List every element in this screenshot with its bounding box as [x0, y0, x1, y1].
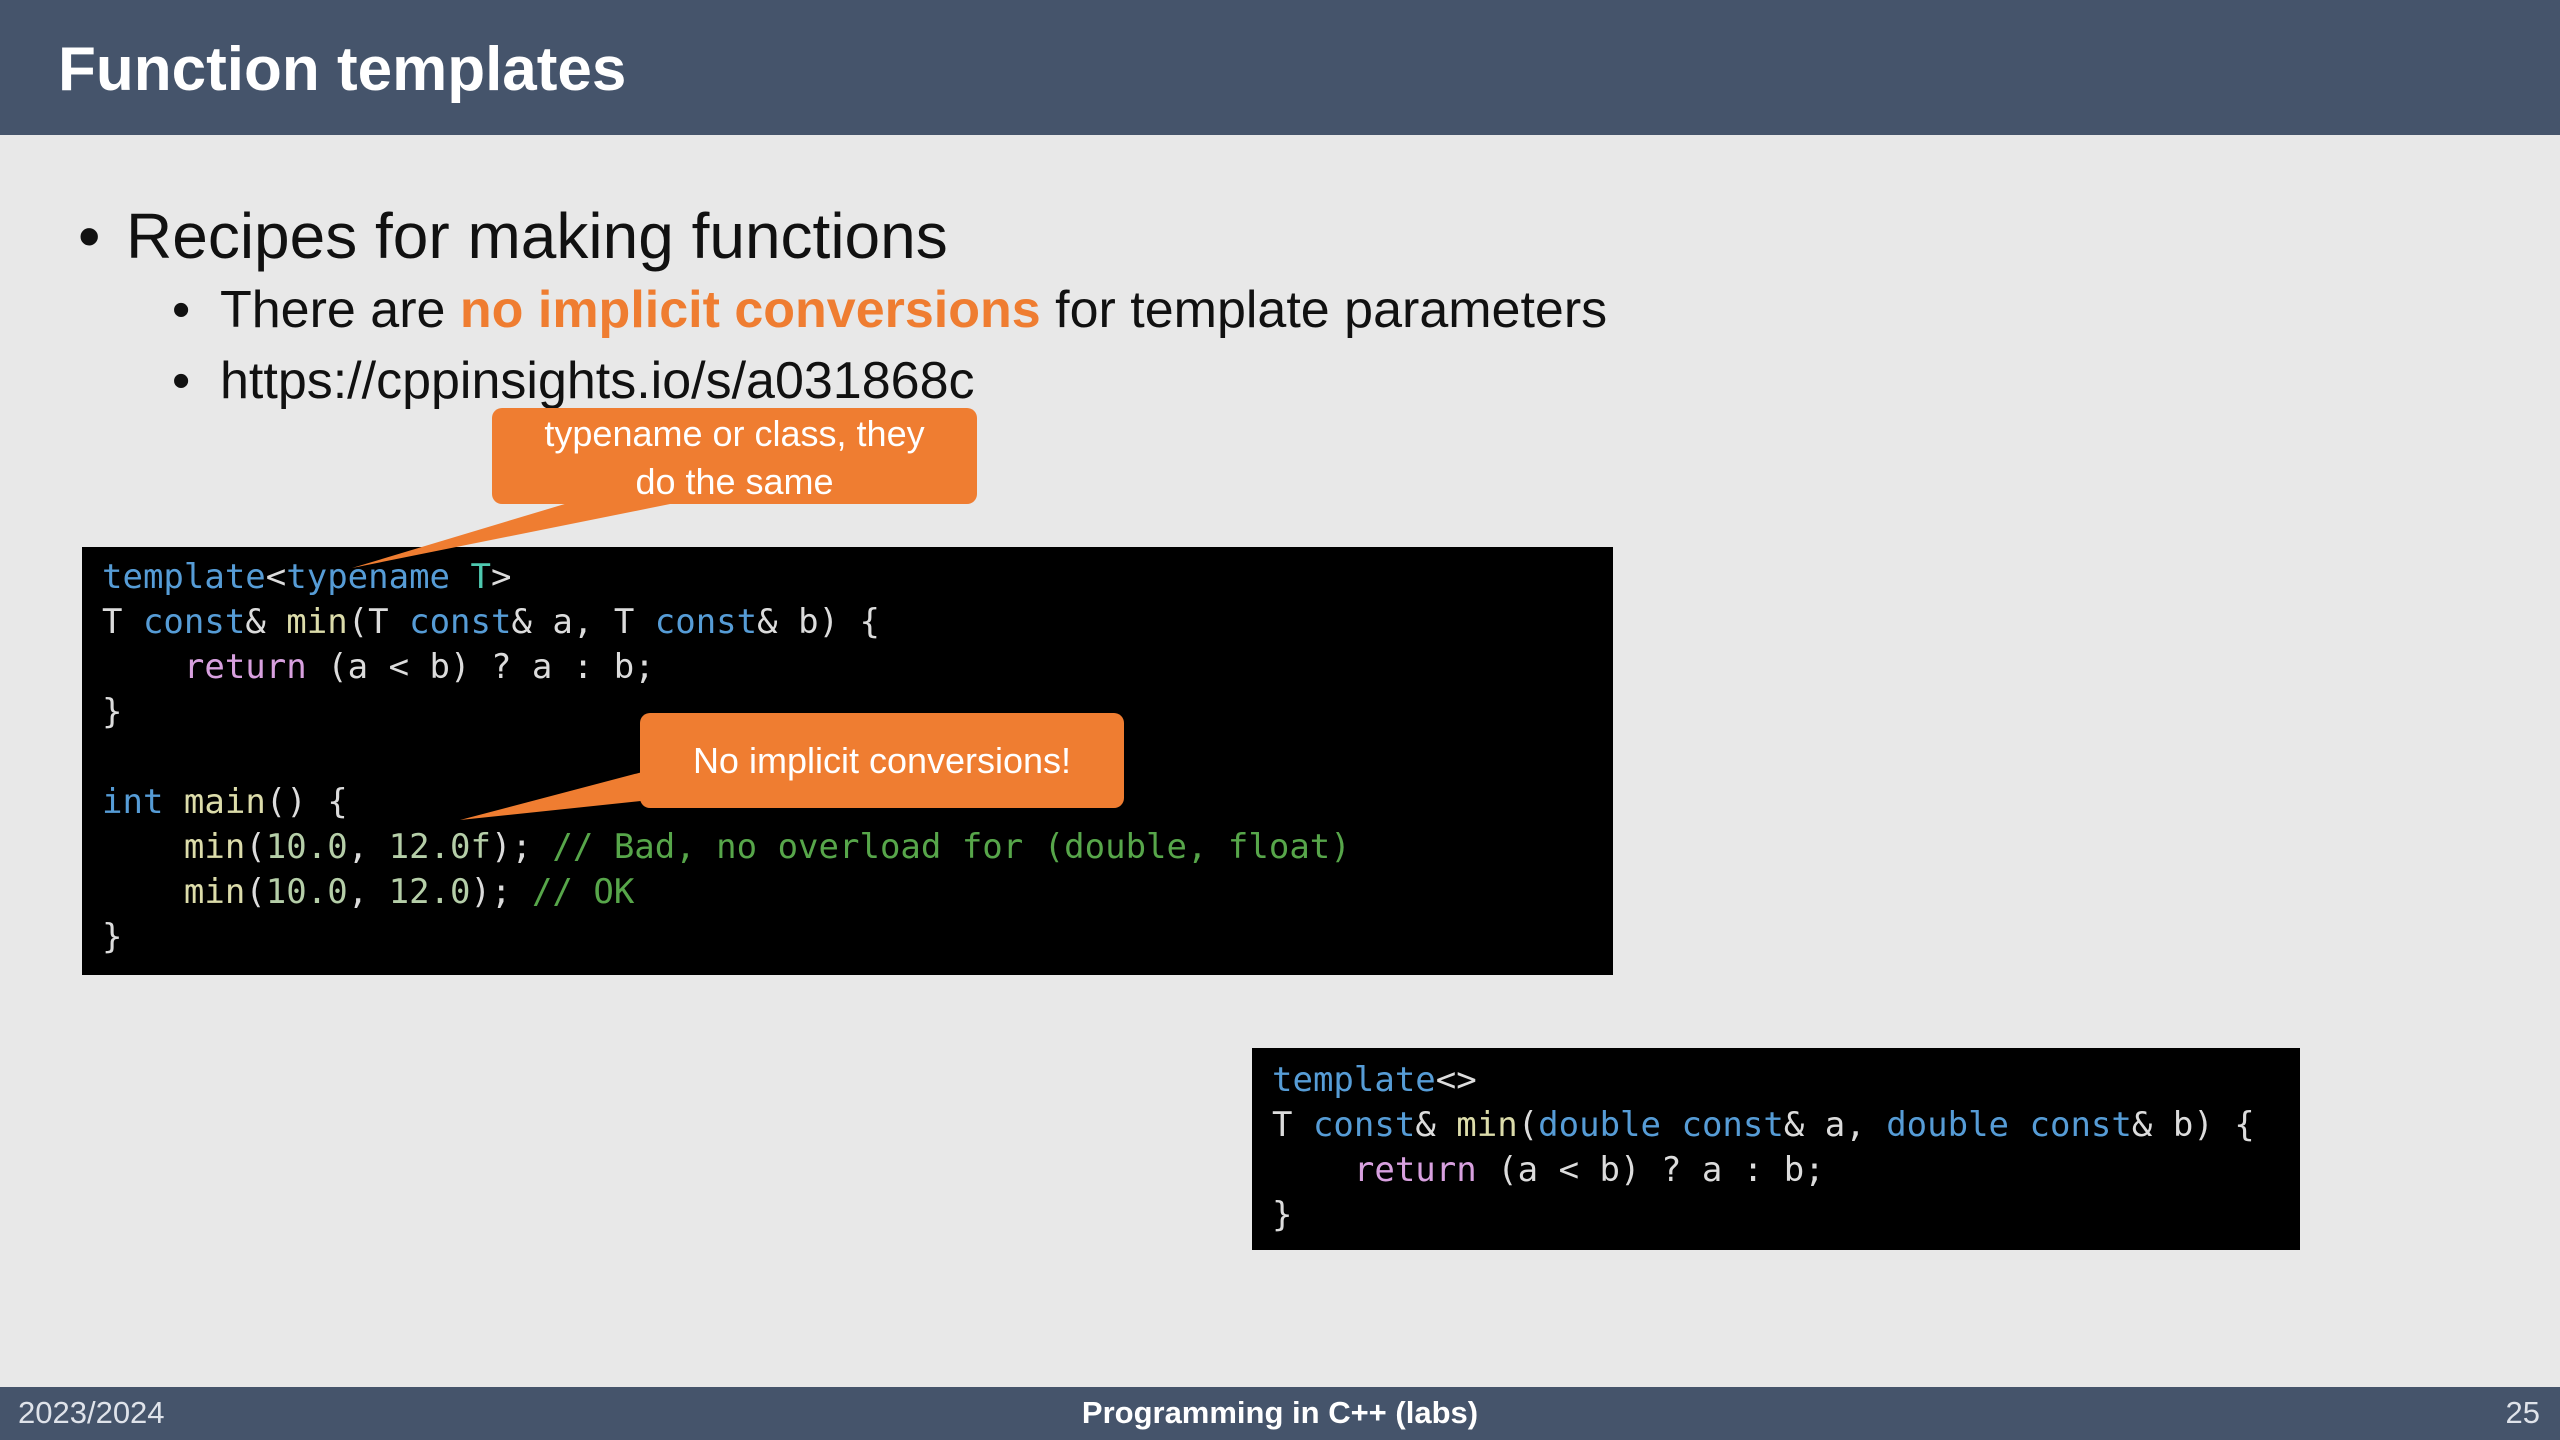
- callout-no-conversions: No implicit conversions!: [640, 713, 1124, 808]
- callout1-pointer: [352, 500, 690, 568]
- callout2-pointer: [460, 770, 650, 820]
- callout-typename-line1: typename or class, they: [544, 413, 925, 454]
- footer-page-number: 25: [2505, 1395, 2540, 1430]
- footer-course: Programming in C++ (labs): [1081, 1395, 1479, 1430]
- callout-typename: typename or class, they do the same: [492, 408, 977, 504]
- callout-typename-line2: do the same: [635, 461, 834, 502]
- slide-footer: 2023/2024 Programming in C++ (labs) 25: [0, 1387, 2560, 1440]
- callout-pointers: [352, 500, 690, 820]
